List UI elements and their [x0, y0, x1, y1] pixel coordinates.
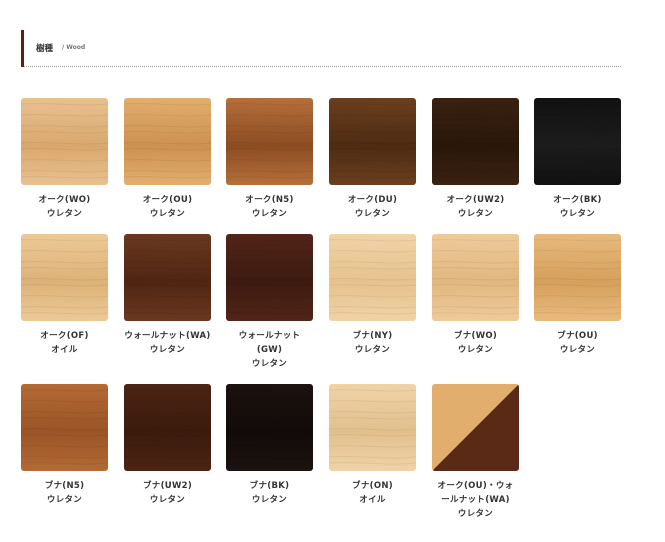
wood-swatch[interactable]: ウォールナット(WA) ウレタン [124, 234, 211, 357]
wood-finish: オイル [359, 495, 386, 505]
wood-swatch[interactable]: オーク(BK) ウレタン [534, 98, 621, 221]
wood-finish: ウレタン [149, 209, 186, 219]
wood-swatch-image[interactable] [124, 234, 211, 321]
wood-swatch[interactable]: ブナ(UW2) ウレタン [124, 384, 211, 507]
wood-finish: ウレタン [354, 345, 391, 355]
wood-swatch[interactable]: ウォールナット(GW)ウォールナット(GW)ウレタン [226, 234, 313, 371]
wood-swatch[interactable]: ブナ(OU) ウレタン [534, 234, 621, 357]
header-accent-bar [21, 30, 24, 67]
wood-swatch[interactable]: オーク(OU)・ウォールナット(WA)オーク(OU)・ウォールナット(WA)ウレ… [432, 384, 519, 521]
wood-name: ブナ(BK) [249, 481, 290, 491]
wood-swatch[interactable]: オーク(DU) ウレタン [329, 98, 416, 221]
wood-finish: ウレタン [354, 209, 391, 219]
wood-swatch[interactable]: オーク(N5) ウレタン [226, 98, 313, 221]
wood-swatch-label: ブナ(OU) ウレタン [534, 329, 621, 357]
wood-swatch-label: オーク(DU) ウレタン [329, 193, 416, 221]
wood-name: ブナ(N5) [44, 481, 85, 491]
wood-finish: ウレタン [46, 209, 83, 219]
wood-swatch-image[interactable] [226, 98, 313, 185]
wood-finish: ウレタン [251, 209, 288, 219]
wood-swatch-label: オーク(OU) ウレタン [124, 193, 211, 221]
wood-swatch-image[interactable] [534, 234, 621, 321]
wood-name: オーク(WO) [38, 195, 91, 205]
wood-finish: ウレタン [457, 209, 494, 219]
wood-finish: ウレタン [149, 495, 186, 505]
wood-name: オーク(UW2) [446, 195, 505, 205]
wood-swatch[interactable]: オーク(OF) オイル [21, 234, 108, 357]
wood-swatch-image[interactable] [226, 384, 313, 471]
wood-swatch[interactable]: ブナ(N5) ウレタン [21, 384, 108, 507]
wood-swatch-label: オーク(N5) ウレタン [226, 193, 313, 221]
wood-swatch[interactable]: オーク(WO) ウレタン [21, 98, 108, 221]
wood-finish: ウレタン [149, 345, 186, 355]
wood-swatch-label: ブナ(BK) ウレタン [226, 479, 313, 507]
wood-swatch-label: ブナ(WO) ウレタン [432, 329, 519, 357]
wood-name: ブナ(OU) [557, 331, 598, 341]
wood-swatch[interactable]: ブナ(NY) ウレタン [329, 234, 416, 357]
wood-swatch-label: オーク(UW2) ウレタン [432, 193, 519, 221]
wood-name-line: (GW) [256, 345, 283, 355]
wood-name-line: オーク(OU)・ウォ [437, 481, 514, 491]
wood-swatch-image[interactable] [226, 234, 313, 321]
wood-finish: ウレタン [559, 209, 596, 219]
wood-swatch[interactable]: ブナ(WO) ウレタン [432, 234, 519, 357]
wood-swatch[interactable]: ブナ(BK) ウレタン [226, 384, 313, 507]
wood-finish: ウレタン [559, 345, 596, 355]
wood-swatch[interactable]: ブナ(ON) オイル [329, 384, 416, 507]
wood-swatch[interactable]: オーク(OU) ウレタン [124, 98, 211, 221]
wood-swatch-label: オーク(OU)・ウォールナット(WA)オーク(OU)・ウォールナット(WA)ウレ… [432, 479, 519, 521]
wood-name: ウォールナット(WA) [124, 331, 211, 341]
wood-swatch-label: ブナ(ON) オイル [329, 479, 416, 507]
wood-swatch-label: オーク(BK) ウレタン [534, 193, 621, 221]
wood-swatch-image[interactable] [329, 234, 416, 321]
wood-swatch-label: オーク(WO) ウレタン [21, 193, 108, 221]
wood-name: オーク(OU) [142, 195, 193, 205]
wood-finish: ウレタン [251, 495, 288, 505]
wood-swatch-image[interactable] [21, 234, 108, 321]
wood-name: オーク(OF) [40, 331, 89, 341]
wood-swatch-image[interactable] [329, 98, 416, 185]
wood-name: ブナ(WO) [453, 331, 498, 341]
wood-swatch-image[interactable] [534, 98, 621, 185]
wood-finish: ウレタン [251, 359, 288, 369]
wood-name: ブナ(NY) [352, 331, 393, 341]
wood-swatch-label: オーク(OF) オイル [21, 329, 108, 357]
wood-swatch-image[interactable] [124, 98, 211, 185]
wood-finish: ウレタン [457, 509, 494, 519]
wood-name: ブナ(UW2) [142, 481, 193, 491]
section-header: 樹種 / Wood [21, 30, 621, 67]
wood-finish: オイル [51, 345, 78, 355]
wood-name-line: ールナット(WA) [441, 495, 510, 505]
wood-swatch-image[interactable] [329, 384, 416, 471]
wood-swatch-label: ブナ(UW2) ウレタン [124, 479, 211, 507]
wood-swatch-label: ブナ(NY) ウレタン [329, 329, 416, 357]
wood-name: オーク(DU) [347, 195, 398, 205]
wood-swatch[interactable]: オーク(UW2) ウレタン [432, 98, 519, 221]
wood-name: オーク(N5) [245, 195, 294, 205]
section-title: 樹種 [36, 44, 54, 54]
wood-swatch-label: ウォールナット(WA) ウレタン [124, 329, 211, 357]
section-subtitle: / Wood [62, 44, 86, 51]
wood-finish: ウレタン [46, 495, 83, 505]
wood-swatch-image[interactable] [432, 384, 519, 471]
wood-swatch-image[interactable] [21, 98, 108, 185]
wood-name: オーク(BK) [553, 195, 602, 205]
wood-swatch-image[interactable] [432, 98, 519, 185]
wood-name-line: ウォールナット [238, 331, 301, 341]
wood-swatch-image[interactable] [432, 234, 519, 321]
wood-finish: ウレタン [457, 345, 494, 355]
wood-swatch-label: ウォールナット(GW)ウォールナット(GW)ウレタン [226, 329, 313, 371]
wood-swatch-image[interactable] [21, 384, 108, 471]
wood-swatch-label: ブナ(N5) ウレタン [21, 479, 108, 507]
wood-name: ブナ(ON) [352, 481, 393, 491]
wood-swatch-image[interactable] [124, 384, 211, 471]
